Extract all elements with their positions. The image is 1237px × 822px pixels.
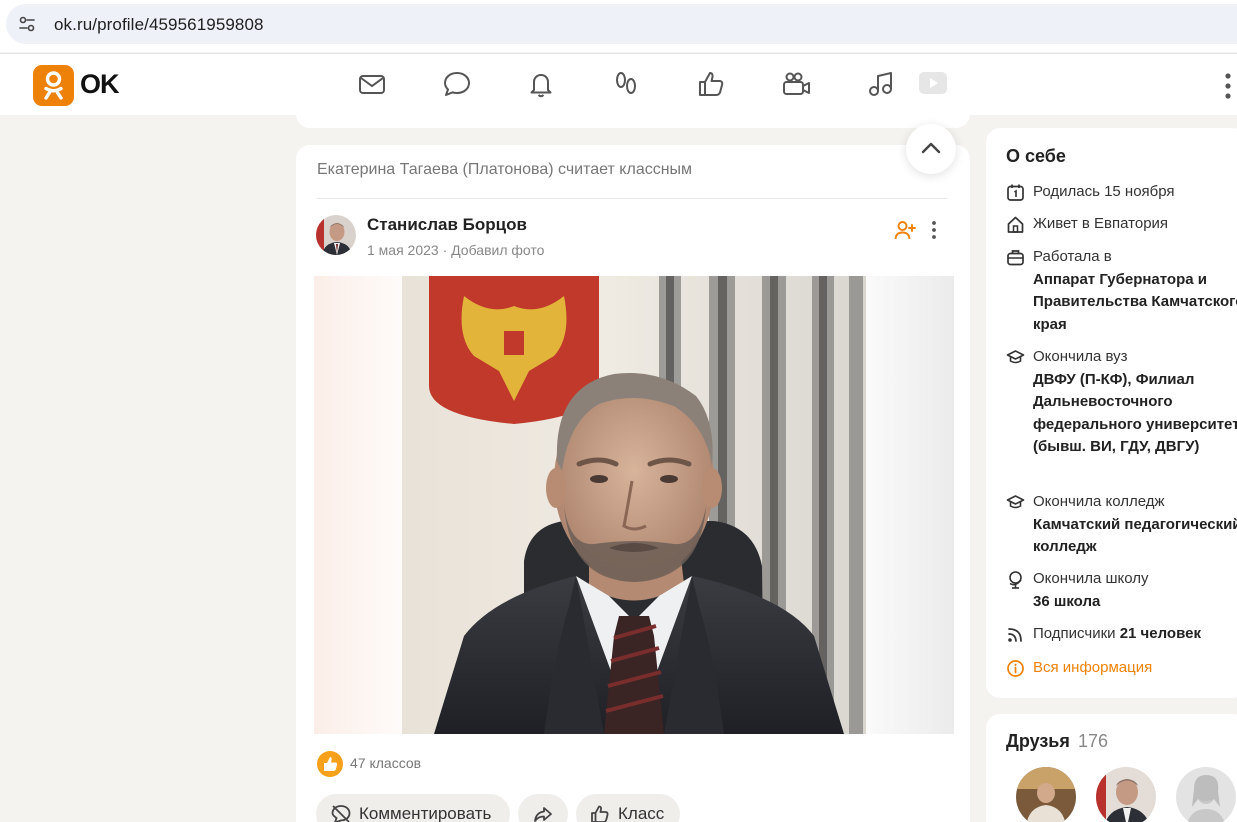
- thumbs-up-icon: [591, 805, 609, 822]
- all-info-label: Вся информация: [1033, 659, 1153, 676]
- home-icon: [1007, 216, 1024, 233]
- logo-text[interactable]: OK: [80, 69, 119, 100]
- post-photo[interactable]: [314, 276, 954, 734]
- author-avatar[interactable]: [316, 215, 356, 255]
- graduation-cap-icon: [1006, 495, 1025, 509]
- mail-icon[interactable]: [356, 68, 388, 100]
- post-action: Добавил фото: [451, 242, 545, 258]
- klass-icon: [317, 751, 343, 777]
- share-button[interactable]: [518, 794, 568, 822]
- klass-button[interactable]: Класс: [576, 794, 680, 822]
- chat-icon[interactable]: [441, 68, 473, 100]
- university-name[interactable]: ДВФУ (П-КФ), Филиал Дальневосточного фед…: [1033, 371, 1237, 456]
- school-text: Окончила школу 36 школа: [1033, 568, 1237, 613]
- school-label: Окончила школу: [1033, 570, 1149, 587]
- portrait-illustration: [402, 276, 866, 734]
- college-label: Окончила колледж: [1033, 493, 1165, 510]
- klass-label: Класс: [618, 804, 665, 822]
- friends-title[interactable]: Друзья: [1006, 731, 1070, 752]
- friends-panel: Друзья 176: [986, 714, 1237, 822]
- work-text: Работала в Аппарат Губернатора и Правите…: [1033, 246, 1237, 336]
- comment-button[interactable]: Комментировать: [316, 794, 510, 822]
- post-author-name[interactable]: Станислав Борцов: [367, 215, 527, 235]
- share-icon: [534, 807, 552, 822]
- subscribers-count: 21 человек: [1119, 625, 1201, 642]
- friend-avatar[interactable]: [1016, 767, 1076, 822]
- music-icon[interactable]: [865, 68, 897, 100]
- work-label: Работала в: [1033, 248, 1112, 265]
- video-call-icon[interactable]: [780, 68, 812, 100]
- post-date[interactable]: 1 мая 2023: [367, 242, 439, 258]
- about-panel: О себе Родилась 15 ноября Живет в Евпато…: [986, 128, 1237, 698]
- chevron-up-icon: [921, 142, 941, 154]
- comment-off-icon: [331, 805, 351, 822]
- college-name[interactable]: Камчатский педагогический колледж: [1033, 516, 1237, 556]
- previous-feed-card: [296, 100, 970, 128]
- rss-icon: [1008, 628, 1022, 642]
- video-icon[interactable]: [917, 68, 949, 100]
- comment-label: Комментировать: [359, 804, 492, 822]
- likes-icon[interactable]: [695, 68, 727, 100]
- add-friend-icon[interactable]: [893, 218, 917, 242]
- globe-icon: [1009, 571, 1022, 589]
- calendar-icon: [1007, 184, 1024, 201]
- meta-separator: ·: [442, 242, 448, 258]
- briefcase-icon: [1007, 250, 1024, 266]
- ok-logo-icon[interactable]: [33, 65, 74, 106]
- feed-card: Екатерина Тагаева (Платонова) считает кл…: [296, 145, 970, 822]
- guests-icon[interactable]: [610, 68, 642, 100]
- graduation-cap-icon: [1006, 350, 1025, 364]
- url-text: ok.ru/profile/459561959808: [54, 15, 264, 34]
- info-icon: [1007, 660, 1024, 677]
- residence-text[interactable]: Живет в Евпатория: [1033, 213, 1237, 236]
- more-options-icon[interactable]: [928, 219, 940, 241]
- divider: [317, 198, 947, 199]
- scroll-up-button[interactable]: [906, 124, 956, 174]
- url-field[interactable]: ok.ru/profile/459561959808: [6, 4, 1237, 44]
- university-text: Окончила вуз ДВФУ (П-КФ), Филиал Дальнев…: [1033, 346, 1237, 459]
- bell-icon[interactable]: [525, 68, 557, 100]
- browser-address-bar: ok.ru/profile/459561959808: [0, 0, 1237, 52]
- friend-avatar[interactable]: [1096, 767, 1156, 822]
- work-place[interactable]: Аппарат Губернатора и Правительства Камч…: [1033, 271, 1237, 333]
- friend-avatar-placeholder[interactable]: [1176, 767, 1236, 822]
- subscribers-label: Подписчики: [1033, 625, 1116, 642]
- friends-count[interactable]: 176: [1078, 731, 1108, 752]
- activity-text[interactable]: Екатерина Тагаева (Платонова) считает кл…: [317, 161, 692, 179]
- about-title: О себе: [1006, 146, 1066, 166]
- school-name[interactable]: 36 школа: [1033, 593, 1100, 610]
- apps-menu-icon[interactable]: [1219, 72, 1237, 100]
- subscribers-text: Подписчики 21 человек: [1033, 623, 1237, 646]
- post-meta: 1 мая 2023 · Добавил фото: [367, 242, 544, 258]
- birthday-text: Родилась 15 ноября: [1033, 183, 1175, 200]
- likes-count[interactable]: 47 классов: [350, 755, 421, 771]
- site-settings-icon[interactable]: [18, 15, 36, 33]
- college-text: Окончила колледж Камчатский педагогическ…: [1033, 491, 1237, 559]
- university-label: Окончила вуз: [1033, 348, 1128, 365]
